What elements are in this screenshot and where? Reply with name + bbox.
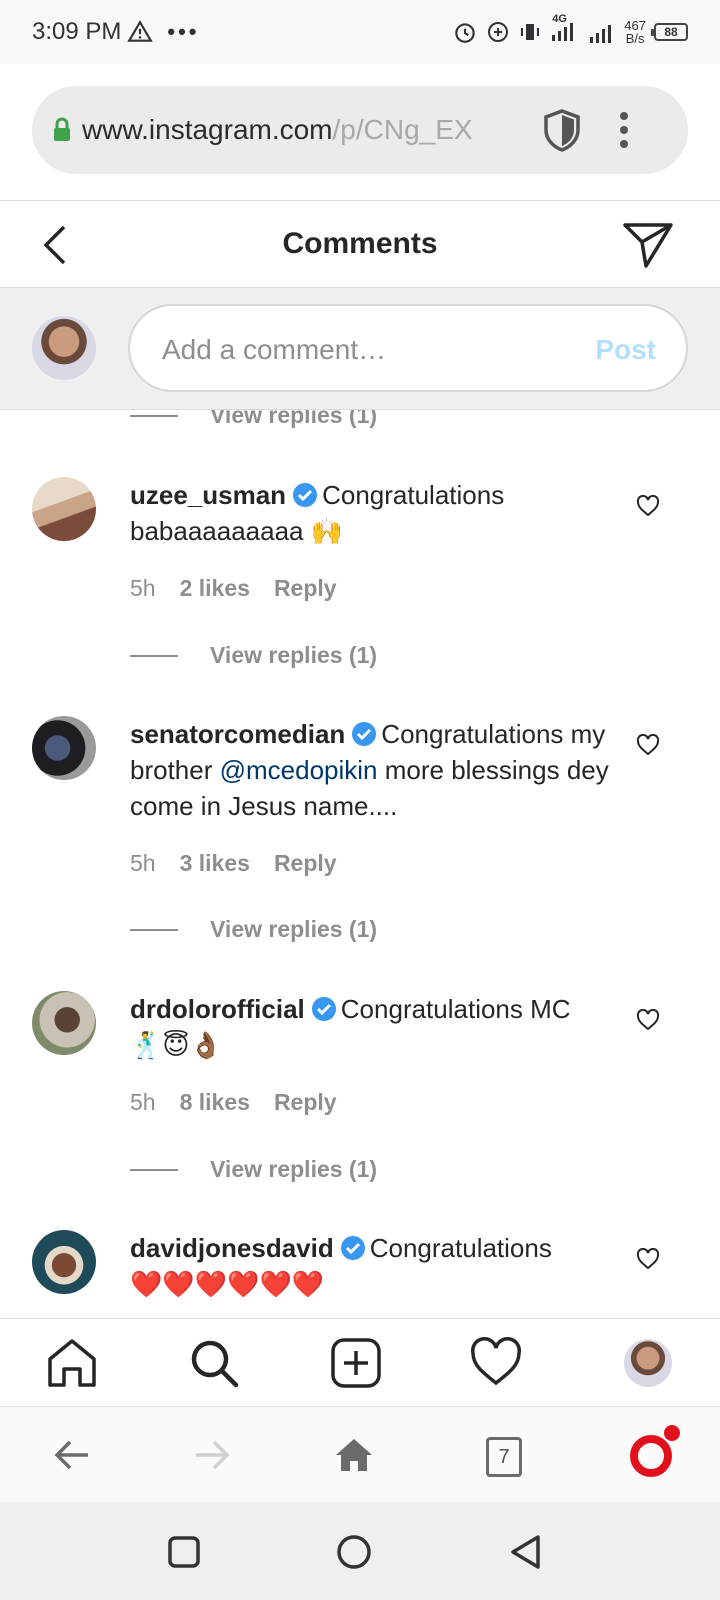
verified-badge-icon	[352, 722, 377, 746]
data-saver-icon	[488, 22, 509, 42]
comment-text: davidjonesdavid Congratulations ❤️❤️❤️❤️❤…	[130, 1230, 610, 1302]
back-triangle-icon[interactable]	[508, 1534, 544, 1570]
comment-username[interactable]: drdolorofficial	[130, 994, 305, 1024]
new-post-icon[interactable]	[330, 1337, 382, 1389]
page-title: Comments	[282, 227, 438, 260]
comment-username[interactable]: davidjonesdavid	[130, 1233, 334, 1263]
comment-meta: 5h 3 likes Reply	[130, 850, 337, 877]
mention-link[interactable]: @mcedopikin	[220, 755, 378, 785]
likes-count[interactable]: 8 likes	[180, 1089, 250, 1116]
url-text[interactable]: www.instagram.com/p/CNg_EX	[82, 114, 527, 146]
instagram-nav	[0, 1318, 720, 1406]
notification-dots: •••	[167, 19, 200, 44]
home-icon[interactable]	[46, 1337, 98, 1389]
opera-notification-dot	[664, 1425, 680, 1441]
recents-square-icon[interactable]	[166, 1534, 202, 1570]
heart-outline-icon[interactable]	[636, 1009, 660, 1031]
comment-body: Congratulations	[369, 1233, 552, 1263]
shield-icon[interactable]	[542, 108, 582, 152]
status-bar: 3:09 PM ••• 4G 467 B/s 88	[0, 0, 720, 64]
add-comment-bar: Add a comment… Post	[0, 288, 720, 410]
comment-username[interactable]: uzee_usman	[130, 480, 286, 510]
comment-time: 5h	[130, 575, 156, 601]
url-path: /p/CNg_EX	[332, 114, 473, 145]
verified-badge-icon	[311, 997, 336, 1021]
view-replies[interactable]: View replies (1)	[130, 916, 377, 943]
reply-button[interactable]: Reply	[274, 1089, 337, 1116]
lock-icon	[54, 117, 70, 141]
divider	[130, 414, 178, 417]
net-speed: 467 B/s	[624, 19, 646, 45]
signal-4g: 4G	[550, 13, 580, 48]
avatar[interactable]	[32, 477, 96, 541]
view-replies[interactable]: View replies (1)	[130, 642, 377, 669]
warning-icon	[127, 20, 154, 42]
comment-emoji: 🙌	[310, 516, 344, 546]
url-host: www.instagram.com	[82, 114, 333, 145]
post-button[interactable]: Post	[595, 334, 656, 366]
home-icon[interactable]	[332, 1431, 376, 1479]
comment-text: senatorcomedian Congratulations my brothe…	[130, 716, 610, 824]
view-replies[interactable]: View replies (1)	[130, 1156, 377, 1183]
heart-outline-icon[interactable]	[636, 734, 660, 756]
comment-meta: 5h 8 likes Reply	[130, 1089, 337, 1116]
vibrate-icon	[521, 24, 540, 40]
more-options-icon[interactable]	[620, 110, 628, 150]
divider	[130, 654, 178, 657]
view-replies-label: View replies (1)	[210, 916, 378, 942]
comment-text: drdolorofficial Congratulations MC 🕺😇👌🏾	[130, 991, 610, 1063]
heart-outline-icon[interactable]	[636, 495, 660, 517]
comment-username[interactable]: senatorcomedian	[130, 719, 345, 749]
home-circle-icon[interactable]	[336, 1534, 372, 1570]
tabs-icon[interactable]: 7	[486, 1437, 522, 1477]
comment-time: 5h	[130, 1089, 156, 1115]
reply-button[interactable]: Reply	[274, 575, 337, 602]
back-arrow-icon[interactable]	[50, 1431, 94, 1479]
network-type: 4G	[552, 12, 567, 25]
verified-badge-icon	[340, 1236, 365, 1260]
browser-bottom-bar: 7	[0, 1406, 720, 1502]
battery-icon: 88	[651, 23, 688, 41]
view-replies[interactable]: View replies (1)	[130, 410, 377, 429]
view-replies-label: View replies (1)	[210, 1156, 378, 1182]
net-speed-unit: B/s	[625, 31, 645, 46]
comment-text: uzee_usman Congratulations babaaaaaaaaa 🙌	[130, 477, 610, 549]
view-replies-label: View replies (1)	[210, 642, 378, 668]
battery-level: 88	[664, 25, 678, 39]
search-icon[interactable]	[188, 1337, 240, 1389]
tab-count: 7	[498, 1445, 510, 1468]
divider	[130, 1168, 178, 1171]
status-time: 3:09 PM	[32, 18, 122, 45]
likes-count[interactable]: 3 likes	[180, 850, 250, 877]
forward-arrow-icon[interactable]	[190, 1431, 234, 1479]
comment-meta: 5h 2 likes Reply	[130, 575, 337, 602]
alarm-icon	[455, 23, 476, 43]
address-bar[interactable]: www.instagram.com/p/CNg_EX	[32, 86, 688, 174]
avatar[interactable]	[32, 716, 96, 780]
comment-input[interactable]: Add a comment… Post	[128, 304, 688, 392]
comment-placeholder: Add a comment…	[162, 334, 387, 365]
activity-heart-icon[interactable]	[470, 1337, 522, 1389]
comment-time: 5h	[130, 850, 156, 876]
comment-list: View replies (1) uzee_usman Congratulatio…	[0, 410, 720, 1318]
avatar[interactable]	[32, 991, 96, 1055]
comment-body: Congratulations MC	[340, 994, 571, 1024]
system-nav	[0, 1502, 720, 1600]
opera-icon[interactable]	[630, 1435, 672, 1477]
profile-avatar[interactable]	[624, 1339, 672, 1387]
likes-count[interactable]: 2 likes	[180, 575, 250, 602]
view-replies-label: View replies (1)	[210, 410, 378, 428]
reply-button[interactable]: Reply	[274, 850, 337, 877]
comments-header: Comments	[0, 200, 720, 288]
avatar[interactable]	[32, 1230, 96, 1294]
verified-badge-icon	[293, 483, 318, 507]
paper-plane-icon[interactable]	[622, 221, 674, 269]
signal-icon-2	[590, 25, 612, 43]
avatar	[32, 316, 96, 380]
comment-emoji: 🕺😇👌🏾	[130, 1030, 222, 1060]
browser-toolbar: www.instagram.com/p/CNg_EX	[0, 64, 720, 200]
divider	[130, 928, 178, 931]
comment-emoji: ❤️❤️❤️❤️❤️❤️	[130, 1269, 325, 1299]
heart-outline-icon[interactable]	[636, 1248, 660, 1270]
